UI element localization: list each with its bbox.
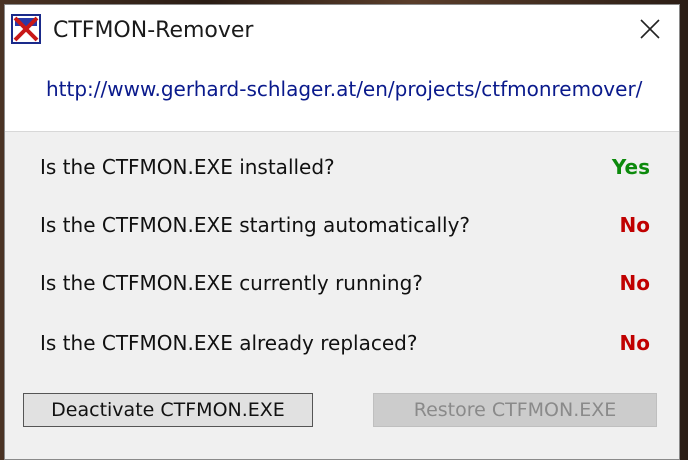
- deactivate-button[interactable]: Deactivate CTFMON.EXE: [23, 393, 313, 427]
- restore-button: Restore CTFMON.EXE: [373, 393, 657, 427]
- close-icon: [640, 19, 660, 39]
- status-answer: No: [619, 213, 650, 237]
- window-title: CTFMON-Remover: [53, 18, 254, 43]
- title-bar[interactable]: CTFMON-Remover: [5, 5, 679, 57]
- status-question: Is the CTFMON.EXE already replaced?: [40, 331, 418, 355]
- status-question: Is the CTFMON.EXE installed?: [40, 155, 335, 179]
- close-button[interactable]: [627, 9, 673, 49]
- status-row-autostart: Is the CTFMON.EXE starting automatically…: [40, 213, 650, 243]
- project-url-link[interactable]: http://www.gerhard-schlager.at/en/projec…: [46, 77, 642, 101]
- url-banner: http://www.gerhard-schlager.at/en/projec…: [5, 57, 679, 132]
- ctfmon-remover-window: CTFMON-Remover http://www.gerhard-schlag…: [4, 4, 680, 460]
- ctfmon-remover-app-icon: [11, 14, 41, 44]
- status-answer: No: [619, 271, 650, 295]
- status-row-running: Is the CTFMON.EXE currently running? No: [40, 271, 650, 301]
- status-answer: Yes: [611, 155, 650, 179]
- status-row-replaced: Is the CTFMON.EXE already replaced? No: [40, 331, 650, 361]
- status-row-installed: Is the CTFMON.EXE installed? Yes: [40, 155, 650, 185]
- status-answer: No: [619, 331, 650, 355]
- status-question: Is the CTFMON.EXE currently running?: [40, 271, 423, 295]
- status-question: Is the CTFMON.EXE starting automatically…: [40, 213, 471, 237]
